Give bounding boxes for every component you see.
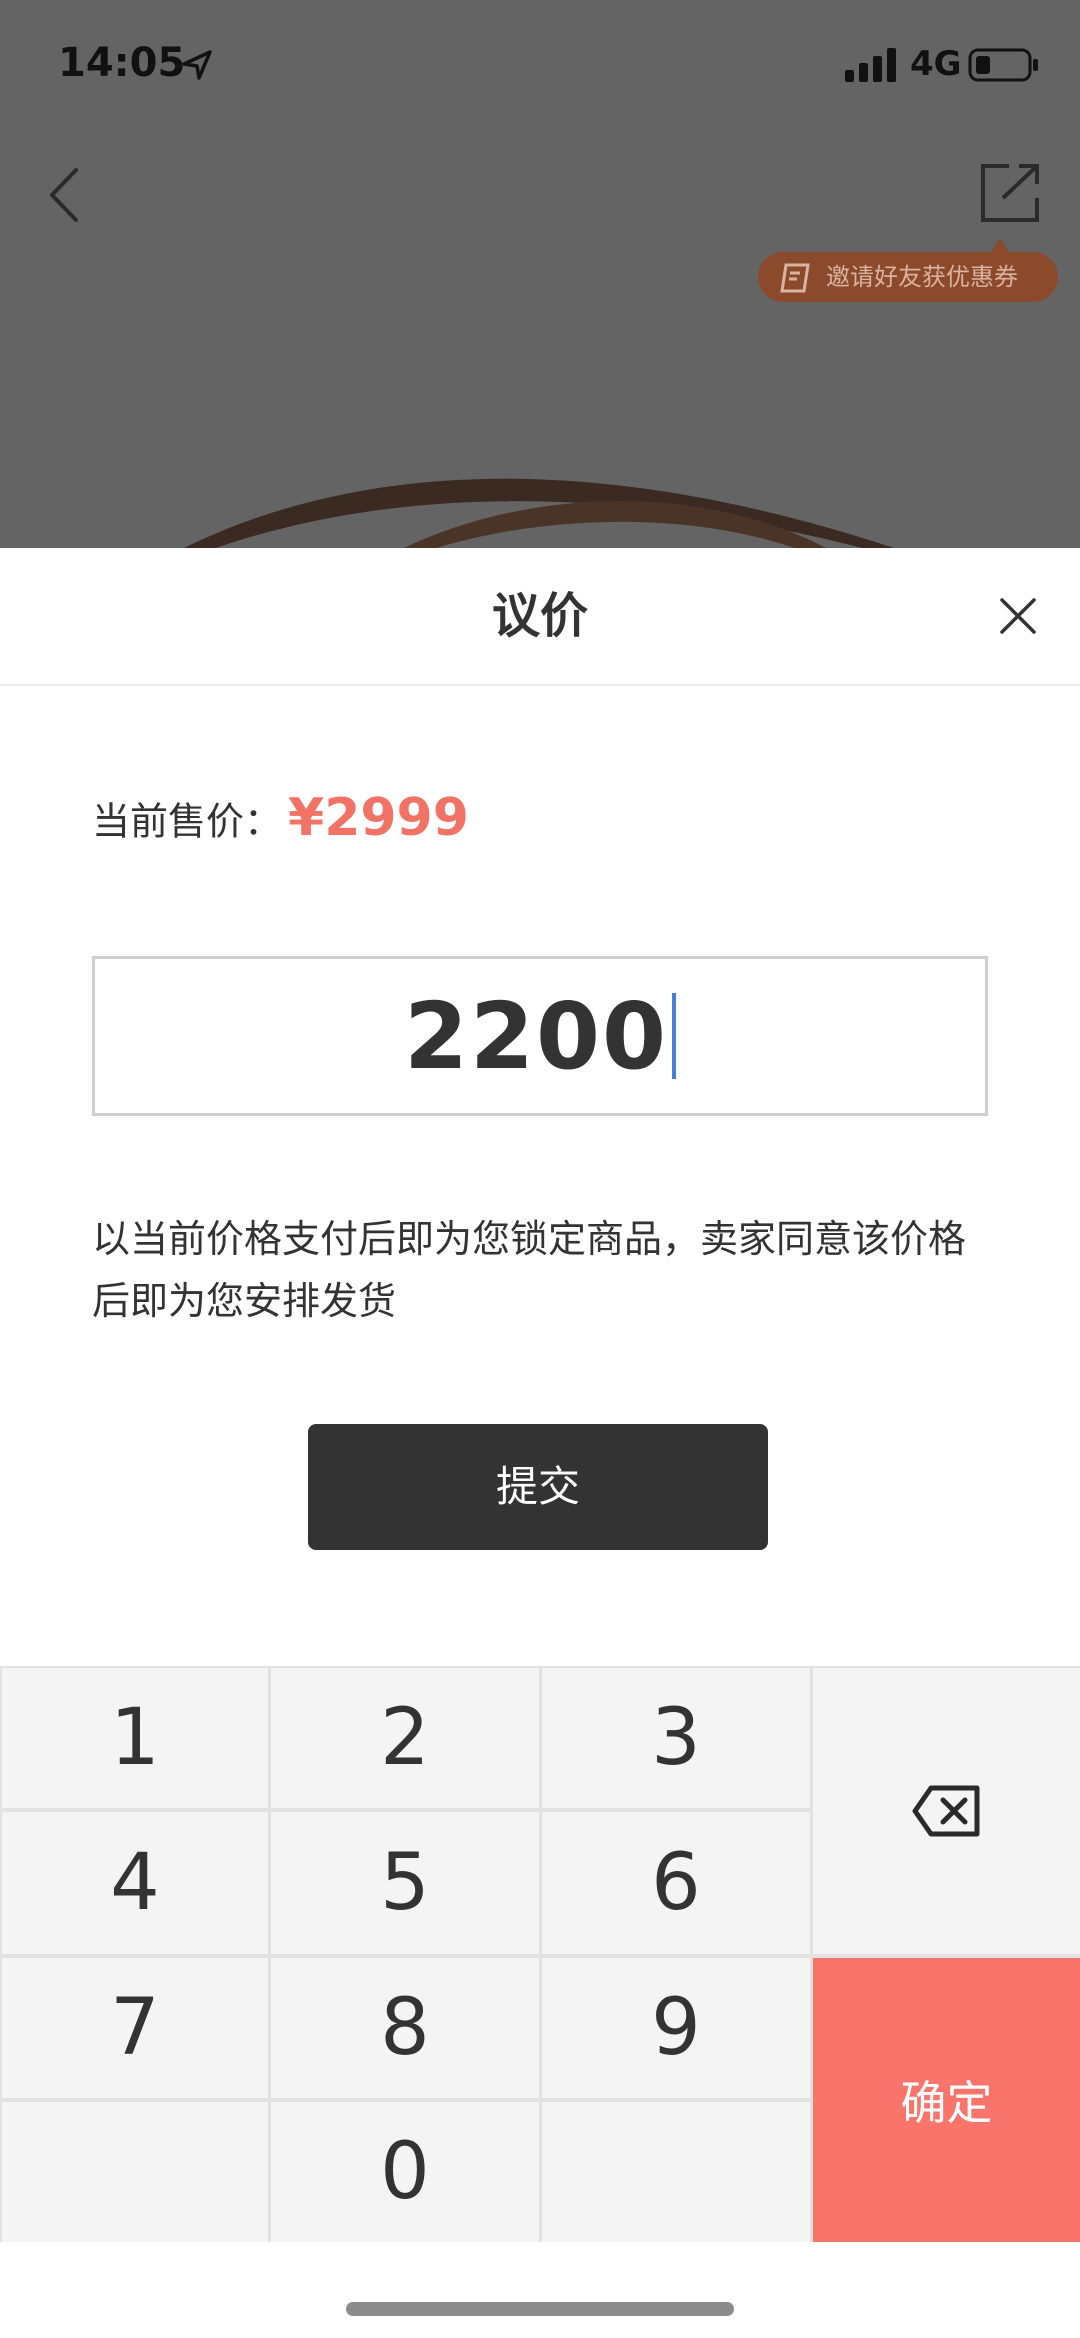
coupon-icon [780, 263, 810, 293]
network-label: 4G [910, 44, 962, 84]
home-indicator[interactable] [346, 2302, 734, 2316]
bargain-note: 以当前价格支付后即为您锁定商品，卖家同意该价格后即为您安排发货 [92, 1217, 967, 1323]
key-4[interactable]: 4 [2, 1812, 268, 1954]
confirm-key[interactable]: 确定 [813, 1958, 1080, 2242]
product-image [184, 478, 894, 548]
offer-price-value: 2200 [403, 982, 669, 1090]
key-8[interactable]: 8 [271, 1958, 539, 2098]
back-icon[interactable] [40, 160, 90, 230]
background-page: 14:05 4G 邀请好友获优惠券 [0, 0, 1080, 548]
offer-price-input[interactable]: 2200 [92, 956, 988, 1116]
sheet-title: 议价 [491, 588, 588, 644]
location-arrow-icon [182, 50, 212, 80]
backspace-icon [912, 1785, 979, 1837]
key-1[interactable]: 1 [2, 1668, 268, 1808]
status-time: 14:05 [58, 40, 186, 86]
numeric-keypad: 1 2 3 4 5 6 7 8 9 确定 0 [0, 1666, 1080, 2242]
key-0[interactable]: 0 [271, 2102, 539, 2242]
battery-icon [968, 48, 1038, 82]
key-9[interactable]: 9 [542, 1958, 810, 2098]
submit-button[interactable]: 提交 [308, 1424, 768, 1550]
text-caret [672, 993, 677, 1079]
invite-badge[interactable]: 邀请好友获优惠券 [758, 252, 1058, 302]
delete-key[interactable] [813, 1668, 1080, 1954]
status-bar: 14:05 4G [0, 0, 1080, 130]
current-price-value: ¥2999 [288, 788, 469, 848]
key-6[interactable]: 6 [542, 1812, 810, 1954]
key-blank [2, 2102, 268, 2242]
invite-badge-label: 邀请好友获优惠券 [826, 263, 1018, 291]
share-icon[interactable] [975, 158, 1045, 228]
signal-icon [845, 48, 896, 82]
close-icon[interactable] [990, 588, 1046, 644]
key-blank [542, 2102, 810, 2242]
key-7[interactable]: 7 [2, 1958, 268, 2098]
key-2[interactable]: 2 [271, 1668, 539, 1808]
current-price-label: 当前售价： [92, 799, 283, 844]
key-3[interactable]: 3 [542, 1668, 810, 1808]
current-price-row: 当前售价： ¥2999 [92, 788, 469, 868]
sheet-header: 议价 [0, 548, 1080, 686]
key-5[interactable]: 5 [271, 1812, 539, 1954]
